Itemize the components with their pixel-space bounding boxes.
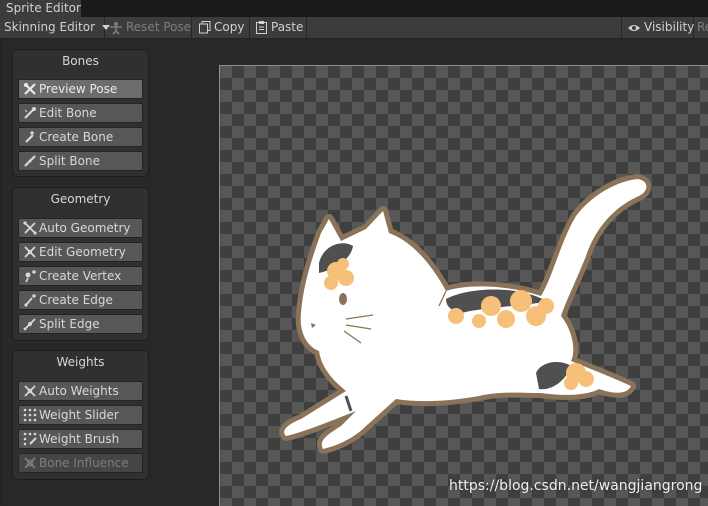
edit-bone-button[interactable]: Edit Bone	[18, 103, 143, 123]
weight-brush-label: Weight Brush	[39, 432, 120, 446]
geometry-panel: Geometry Auto Geometry Edit Geometry Cre…	[12, 187, 149, 341]
copy-label: Copy	[214, 20, 245, 34]
split-bone-button[interactable]: Split Bone	[18, 151, 143, 171]
editor-toolbar: Skinning Editor Reset Pose Copy Paste Vi…	[0, 17, 708, 39]
edit-bone-icon	[24, 107, 36, 119]
weight-slider-button[interactable]: Weight Slider	[18, 405, 143, 425]
split-edge-icon	[23, 318, 36, 331]
weight-brush-button[interactable]: Weight Brush	[18, 429, 143, 449]
preview-pose-label: Preview Pose	[39, 82, 118, 96]
weight-brush-icon	[23, 432, 37, 446]
create-vertex-label: Create Vertex	[39, 269, 122, 283]
create-edge-button[interactable]: Create Edge	[18, 290, 143, 310]
mode-dropdown[interactable]: Skinning Editor	[0, 17, 110, 38]
truncated-toolbar-button[interactable]: Re	[694, 17, 708, 38]
edit-geometry-button[interactable]: Edit Geometry	[18, 242, 143, 262]
weight-slider-label: Weight Slider	[39, 408, 119, 422]
preview-pose-icon	[24, 83, 36, 95]
eye-icon	[628, 24, 640, 31]
edit-geometry-label: Edit Geometry	[39, 245, 126, 259]
split-edge-label: Split Edge	[39, 317, 100, 331]
auto-weights-button[interactable]: Auto Weights	[18, 381, 143, 401]
paste-icon	[256, 21, 267, 34]
bones-panel: Bones Preview Pose Edit Bone Create Bone…	[12, 49, 149, 177]
tab-title: Sprite Editor	[6, 1, 81, 15]
create-vertex-icon	[25, 270, 36, 283]
tab-sprite-editor[interactable]: Sprite Editor	[0, 0, 82, 17]
mode-dropdown-label: Skinning Editor	[4, 20, 95, 34]
sprite-transparency-grid[interactable]	[219, 65, 708, 506]
auto-geometry-button[interactable]: Auto Geometry	[18, 218, 143, 238]
paste-button[interactable]: Paste	[250, 17, 307, 38]
reset-pose-icon	[110, 21, 122, 35]
preview-pose-button[interactable]: Preview Pose	[18, 79, 143, 99]
auto-weights-label: Auto Weights	[39, 384, 119, 398]
bones-panel-title: Bones	[62, 54, 99, 68]
auto-geometry-icon	[23, 221, 37, 235]
window-tab-bar: Sprite Editor	[0, 0, 708, 18]
split-edge-button[interactable]: Split Edge	[18, 314, 143, 334]
geometry-panel-title: Geometry	[50, 192, 111, 206]
bone-influence-icon	[24, 457, 36, 469]
create-edge-icon	[24, 294, 36, 307]
auto-geometry-label: Auto Geometry	[39, 221, 131, 235]
create-bone-button[interactable]: Create Bone	[18, 127, 143, 147]
reset-pose-label: Reset Pose	[126, 20, 192, 34]
create-edge-label: Create Edge	[39, 293, 113, 307]
weights-panel: Weights Auto Weights Weight Slider Weigh…	[12, 350, 149, 480]
canvas-left-edge	[0, 39, 3, 505]
reset-pose-button[interactable]: Reset Pose	[105, 17, 192, 38]
edit-bone-label: Edit Bone	[39, 106, 97, 120]
watermark-url: https://blog.csdn.net/wangjiangrong	[449, 478, 703, 494]
weights-panel-title: Weights	[56, 355, 105, 369]
create-vertex-button[interactable]: Create Vertex	[18, 266, 143, 286]
copy-icon	[199, 21, 211, 34]
auto-weights-icon	[24, 385, 36, 397]
visibility-label: Visibility	[644, 20, 695, 34]
copy-button[interactable]: Copy	[193, 17, 250, 38]
split-bone-label: Split Bone	[39, 154, 100, 168]
edit-geometry-icon	[24, 246, 36, 258]
visibility-button[interactable]: Visibility	[621, 17, 694, 38]
bone-influence-label: Bone Influence	[39, 456, 129, 470]
bone-influence-button[interactable]: Bone Influence	[18, 453, 143, 473]
truncated-label: Re	[697, 20, 708, 34]
cat-sprite[interactable]	[220, 66, 708, 506]
paste-label: Paste	[271, 20, 304, 34]
split-bone-icon	[24, 155, 36, 167]
create-bone-icon	[25, 131, 34, 143]
weight-slider-icon	[23, 408, 37, 422]
create-bone-label: Create Bone	[39, 130, 114, 144]
